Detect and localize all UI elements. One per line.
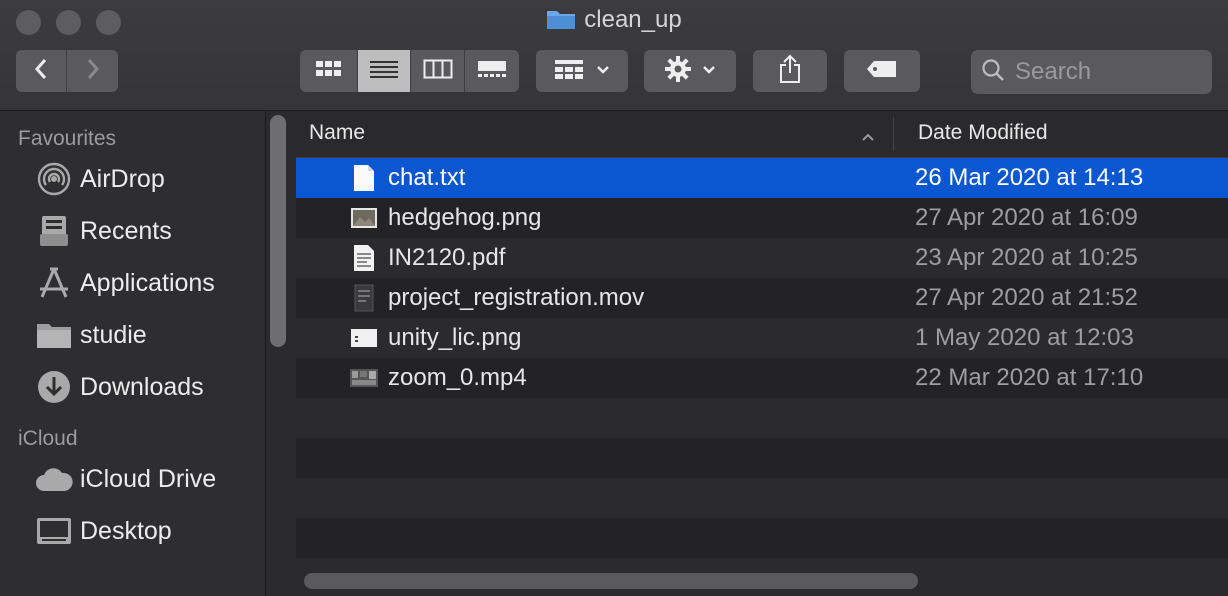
image-file-icon — [348, 324, 380, 352]
video-file-icon — [348, 284, 380, 312]
recents-icon — [34, 211, 74, 251]
chevron-right-icon — [86, 58, 100, 85]
forward-button[interactable] — [67, 50, 118, 92]
file-name: hedgehog.png — [388, 204, 542, 231]
empty-row — [296, 478, 1228, 518]
list-view-button[interactable] — [358, 50, 411, 92]
sidebar-item-label: AirDrop — [80, 164, 165, 193]
file-date: 22 Mar 2020 at 17:10 — [915, 364, 1144, 391]
text-file-icon — [348, 164, 380, 192]
folder-icon — [546, 8, 576, 37]
group-by-icon — [554, 58, 584, 85]
downloads-icon — [34, 367, 74, 407]
icon-view-button[interactable] — [300, 50, 359, 92]
column-divider[interactable] — [893, 117, 894, 151]
sidebar-item-airdrop[interactable]: AirDrop — [0, 153, 265, 205]
file-row[interactable]: unity_lic.png 1 May 2020 at 12:03 — [296, 318, 1228, 358]
sidebar-item-desktop[interactable]: Desktop — [0, 505, 265, 557]
sidebar-item-downloads[interactable]: Downloads — [0, 361, 265, 413]
chevron-down-icon — [702, 62, 716, 80]
columns-icon — [423, 59, 453, 84]
tags-button[interactable] — [844, 50, 920, 92]
date-modified-column-header[interactable]: Date Modified — [918, 121, 1048, 145]
tag-icon — [866, 59, 898, 84]
icloud-icon — [34, 459, 74, 499]
sidebar-item-label: studie — [80, 320, 147, 349]
file-name: project_registration.mov — [388, 284, 645, 311]
image-file-icon — [348, 204, 380, 232]
file-date: 27 Apr 2020 at 16:09 — [915, 204, 1138, 231]
file-name: zoom_0.mp4 — [388, 364, 527, 391]
file-list: Name Date Modified chat.txt 26 Mar 2020 … — [296, 111, 1228, 596]
sidebar-item-label: Recents — [80, 216, 172, 245]
column-header: Name Date Modified — [296, 111, 1228, 158]
empty-row — [296, 438, 1228, 478]
gallery-view-button[interactable] — [465, 50, 519, 92]
empty-row — [296, 398, 1228, 438]
sidebar-section-favourites: Favourites — [18, 127, 117, 150]
sidebar-scrollbar[interactable] — [270, 115, 286, 347]
sidebar-item-label: Applications — [80, 268, 215, 297]
sidebar-item-label: Desktop — [80, 516, 172, 545]
navigation-buttons — [16, 50, 118, 92]
file-name: IN2120.pdf — [388, 244, 506, 271]
file-row[interactable]: project_registration.mov 27 Apr 2020 at … — [296, 278, 1228, 318]
applications-icon — [34, 263, 74, 303]
pdf-file-icon — [348, 244, 380, 272]
empty-row — [296, 518, 1228, 558]
sidebar-item-label: iCloud Drive — [80, 464, 217, 493]
file-date: 23 Apr 2020 at 10:25 — [915, 244, 1138, 271]
file-date: 1 May 2020 at 12:03 — [915, 324, 1134, 351]
horizontal-scrollbar[interactable] — [304, 573, 918, 589]
chevron-down-icon — [596, 62, 610, 80]
search-field[interactable] — [971, 50, 1212, 94]
file-row[interactable]: IN2120.pdf 23 Apr 2020 at 10:25 — [296, 238, 1228, 278]
sidebar-item-studie[interactable]: studie — [0, 309, 265, 361]
airdrop-icon — [34, 159, 74, 199]
sidebar-item-icloud-drive[interactable]: iCloud Drive — [0, 453, 265, 505]
file-name: chat.txt — [388, 164, 466, 191]
back-button[interactable] — [16, 50, 67, 92]
column-view-button[interactable] — [411, 50, 466, 92]
icon-grid-icon — [315, 59, 343, 84]
chevron-left-icon — [34, 58, 48, 85]
desktop-icon — [34, 511, 74, 551]
folder-icon — [34, 315, 74, 355]
view-mode-control — [300, 50, 519, 92]
share-button[interactable] — [753, 50, 827, 92]
group-by-button[interactable] — [536, 50, 628, 92]
list-lines-icon — [369, 59, 399, 84]
sidebar: Favourites AirDrop Recents Applications … — [0, 111, 266, 596]
file-name: unity_lic.png — [388, 324, 522, 351]
file-rows: chat.txt 26 Mar 2020 at 14:13 hedgehog.p… — [296, 158, 1228, 596]
sort-ascending-icon[interactable] — [861, 124, 875, 148]
search-input[interactable] — [1013, 57, 1197, 87]
action-menu-button[interactable] — [644, 50, 736, 92]
sidebar-item-applications[interactable]: Applications — [0, 257, 265, 309]
file-row[interactable]: zoom_0.mp4 22 Mar 2020 at 17:10 — [296, 358, 1228, 398]
file-row[interactable]: chat.txt 26 Mar 2020 at 14:13 — [296, 158, 1228, 198]
window-title-text: clean_up — [584, 6, 682, 33]
name-column-header[interactable]: Name — [309, 121, 365, 145]
search-icon — [981, 58, 1005, 87]
toolbar: clean_up — [0, 0, 1228, 111]
video-file-icon — [348, 364, 380, 392]
share-icon — [778, 54, 802, 89]
file-date: 26 Mar 2020 at 14:13 — [915, 164, 1144, 191]
sidebar-section-icloud: iCloud — [18, 427, 78, 450]
gallery-icon — [477, 59, 507, 84]
finder-window: clean_up Search Favourites AirDrop Recen… — [0, 0, 1228, 596]
file-date: 27 Apr 2020 at 21:52 — [915, 284, 1138, 311]
sidebar-item-label: Downloads — [80, 372, 204, 401]
sidebar-item-recents[interactable]: Recents — [0, 205, 265, 257]
window-title: clean_up — [0, 6, 1228, 37]
gear-icon — [664, 55, 692, 88]
file-row[interactable]: hedgehog.png 27 Apr 2020 at 16:09 — [296, 198, 1228, 238]
